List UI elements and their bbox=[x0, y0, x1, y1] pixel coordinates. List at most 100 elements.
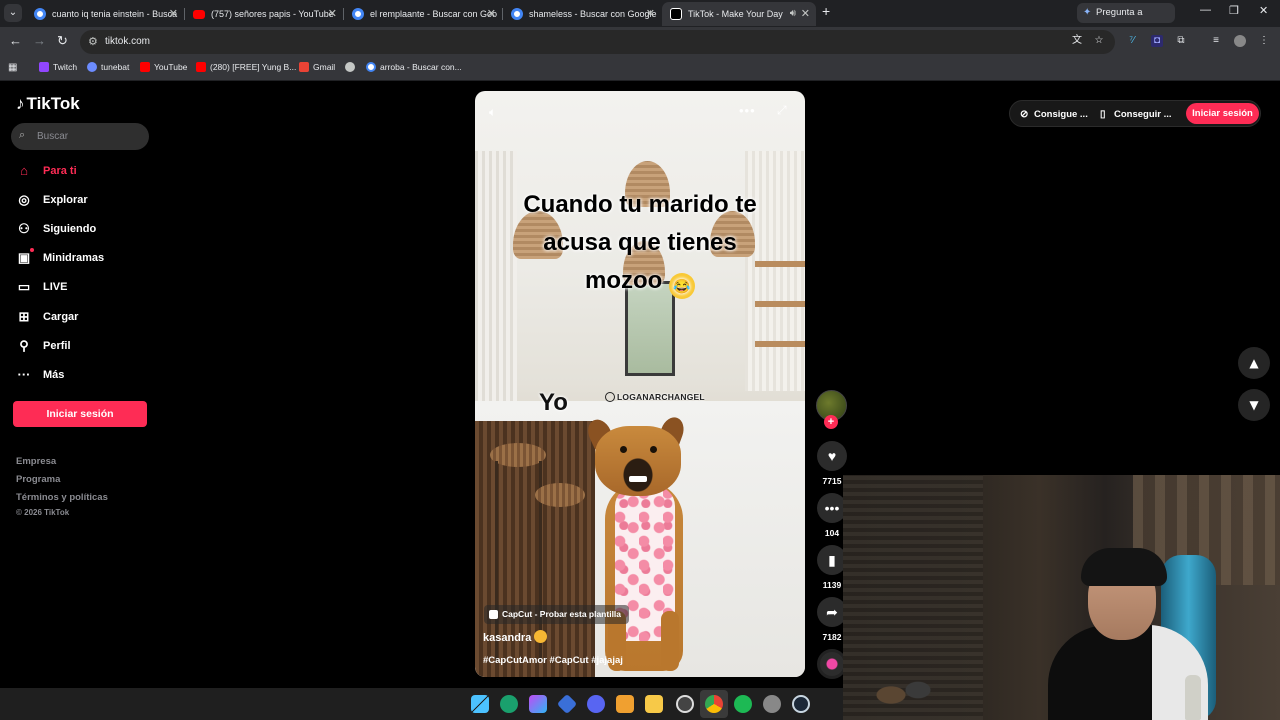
browser-tab[interactable]: shameless - Buscar con Google ✕ bbox=[503, 2, 661, 26]
video-author[interactable]: kasandra bbox=[483, 630, 548, 644]
bookmark-tunebat[interactable]: tunebat bbox=[87, 62, 129, 72]
nav-para-ti[interactable]: ⌂ Para ti bbox=[16, 161, 156, 183]
search-input[interactable] bbox=[37, 123, 142, 150]
file-explorer-icon[interactable] bbox=[645, 695, 663, 713]
browser-tab[interactable]: cuanto iq tenia einstein - Busca ✕ bbox=[26, 2, 184, 26]
video-hashtags[interactable]: #CapCutAmor #CapCut #jajajaj bbox=[483, 655, 623, 666]
close-window-icon[interactable]: ✕ bbox=[1259, 4, 1268, 17]
footer-link-empresa[interactable]: Empresa bbox=[16, 456, 56, 467]
copilot-icon[interactable] bbox=[529, 695, 547, 713]
ask-gemini-button[interactable]: ✦ Pregunta a Gemini bbox=[1077, 3, 1175, 38]
capcut-icon bbox=[489, 610, 498, 619]
app-icon[interactable] bbox=[616, 695, 634, 713]
nav-live[interactable]: ▭ LIVE bbox=[16, 277, 156, 299]
app-icon[interactable] bbox=[556, 693, 578, 715]
browser-tab-strip: ⌄ cuanto iq tenia einstein - Busca ✕ (75… bbox=[0, 0, 1280, 38]
desk-items bbox=[873, 670, 933, 720]
dog-teeth bbox=[629, 476, 647, 482]
back-icon[interactable]: ← bbox=[9, 33, 22, 48]
close-tab-icon[interactable]: ✕ bbox=[487, 2, 496, 26]
windows-start-icon[interactable] bbox=[471, 695, 489, 713]
extension-icon[interactable]: ◘ bbox=[1151, 35, 1163, 47]
tab-title: TikTok - Make Your Day bbox=[688, 9, 783, 19]
settings-gear-icon[interactable] bbox=[763, 695, 781, 713]
get-coins-button[interactable]: ⊘ Consigue ... bbox=[1020, 105, 1088, 124]
get-app-button[interactable]: ▯ Conseguir ... bbox=[1100, 105, 1172, 124]
google-icon bbox=[366, 62, 376, 72]
nav-explorar[interactable]: ◎ Explorar bbox=[16, 190, 156, 212]
nav-minidramas[interactable]: ▣ Minidramas bbox=[16, 248, 156, 270]
next-video-chevron-down-icon[interactable]: ▼ bbox=[1238, 389, 1270, 421]
bookmark-youtube[interactable]: YouTube bbox=[140, 62, 187, 72]
google-icon bbox=[511, 8, 523, 20]
tab-title: el remplaante - Buscar con Goo bbox=[370, 9, 498, 19]
fullscreen-icon[interactable]: ⤢ bbox=[777, 103, 787, 118]
puzzle-extensions-icon[interactable]: ⧉ bbox=[1175, 35, 1187, 47]
person-icon: ⚲ bbox=[19, 338, 29, 353]
bookmark-star-icon[interactable]: ☆ bbox=[1093, 35, 1105, 47]
bookmark-twitch[interactable]: Twitch bbox=[39, 62, 77, 72]
search-icon[interactable]: ⌕ bbox=[19, 129, 25, 142]
media-control-icon[interactable]: ≡ bbox=[1210, 35, 1222, 47]
login-button-top[interactable]: Iniciar sesión bbox=[1186, 103, 1259, 124]
apps-grid-icon[interactable]: ▦ bbox=[8, 62, 17, 73]
close-tab-icon[interactable]: ✕ bbox=[328, 2, 337, 26]
nav-mas[interactable]: ··· Más bbox=[16, 365, 156, 387]
like-heart-icon[interactable]: ♥ bbox=[817, 441, 847, 471]
speaker-icon[interactable]: 🔊︎ bbox=[790, 2, 796, 26]
tiktok-logo[interactable]: ♪ TikTok bbox=[16, 94, 80, 114]
discord-icon[interactable] bbox=[587, 695, 605, 713]
creator-watermark: LOGANARCHANGEL bbox=[605, 392, 705, 402]
tab-search-icon[interactable]: ⌄ bbox=[4, 4, 22, 22]
restore-icon[interactable]: ❐ bbox=[1229, 4, 1239, 17]
browser-tab-active[interactable]: TikTok - Make Your Day 🔊︎ ✕ bbox=[662, 2, 816, 26]
bottle bbox=[1185, 675, 1201, 720]
webcam-overlay bbox=[843, 475, 1280, 720]
bookmark-youtube-video[interactable]: (280) [FREE] Yung B... bbox=[196, 62, 296, 72]
heart-eyes-emoji-icon bbox=[534, 630, 548, 643]
footer-link-terminos[interactable]: Términos y políticas bbox=[16, 492, 108, 503]
chrome-icon[interactable] bbox=[705, 695, 723, 713]
mute-speaker-icon[interactable]: 🔈︎ bbox=[489, 105, 496, 120]
address-bar[interactable]: ⚙︎ tiktok.com bbox=[80, 30, 1115, 54]
new-tab-icon[interactable]: + bbox=[822, 3, 830, 19]
bookmark-gmail[interactable]: Gmail bbox=[299, 62, 335, 72]
nav-perfil[interactable]: ⚲ Perfil bbox=[16, 336, 156, 358]
video-player[interactable]: Cuando tu marido te acusa que tienes moz… bbox=[475, 91, 805, 677]
login-button-sidebar[interactable]: Iniciar sesión bbox=[13, 401, 147, 427]
translate-icon[interactable]: 文 bbox=[1071, 35, 1083, 47]
reload-icon[interactable]: ↻ bbox=[57, 33, 68, 49]
get-coins-label: Consigue ... bbox=[1034, 109, 1088, 120]
forward-icon[interactable]: → bbox=[33, 33, 46, 48]
capcut-template-chip[interactable]: CapCut - Probar esta plantilla bbox=[484, 605, 630, 624]
caption-line: Cuando tu marido te bbox=[523, 191, 757, 218]
edge-icon[interactable] bbox=[500, 695, 518, 713]
nav-cargar[interactable]: ⊞ Cargar bbox=[16, 307, 156, 329]
more-options-icon[interactable]: ••• bbox=[739, 103, 756, 118]
browser-tab[interactable]: el remplaante - Buscar con Goo ✕ bbox=[344, 2, 502, 26]
spotify-icon[interactable] bbox=[734, 695, 752, 713]
nav-siguiendo[interactable]: ⚇ Siguiendo bbox=[16, 219, 156, 241]
menu-kebab-icon[interactable]: ⋮ bbox=[1258, 35, 1270, 47]
browser-tab[interactable]: (757) señores papis - YouTube ✕ bbox=[185, 2, 343, 26]
footer-link-programa[interactable]: Programa bbox=[16, 474, 60, 485]
home-icon: ⌂ bbox=[20, 163, 28, 178]
site-info-icon[interactable]: ⚙︎ bbox=[88, 35, 98, 48]
extension-icon[interactable]: ⁷⁄ bbox=[1126, 35, 1138, 47]
watermark-text: LOGANARCHANGEL bbox=[617, 392, 705, 402]
profile-avatar-icon[interactable] bbox=[1234, 35, 1246, 47]
bookmark-arroba[interactable]: arroba - Buscar con... bbox=[366, 62, 462, 72]
search-box: ⌕ bbox=[11, 123, 149, 150]
previous-video-chevron-up-icon[interactable]: ▲ bbox=[1238, 347, 1270, 379]
gemini-sparkle-icon: ✦ bbox=[1083, 7, 1092, 18]
close-tab-icon[interactable]: ✕ bbox=[646, 2, 655, 26]
close-tab-icon[interactable]: ✕ bbox=[801, 2, 810, 26]
follow-plus-icon[interactable]: + bbox=[824, 415, 838, 429]
globe-icon bbox=[345, 62, 355, 72]
minimize-icon[interactable]: — bbox=[1200, 4, 1211, 16]
close-tab-icon[interactable]: ✕ bbox=[169, 2, 178, 26]
obs-icon[interactable] bbox=[676, 695, 694, 713]
steam-icon[interactable] bbox=[792, 695, 810, 713]
top-right-actions: ⊘ Consigue ... ▯ Conseguir ... Iniciar s… bbox=[1009, 100, 1261, 127]
youtube-icon bbox=[196, 62, 206, 72]
